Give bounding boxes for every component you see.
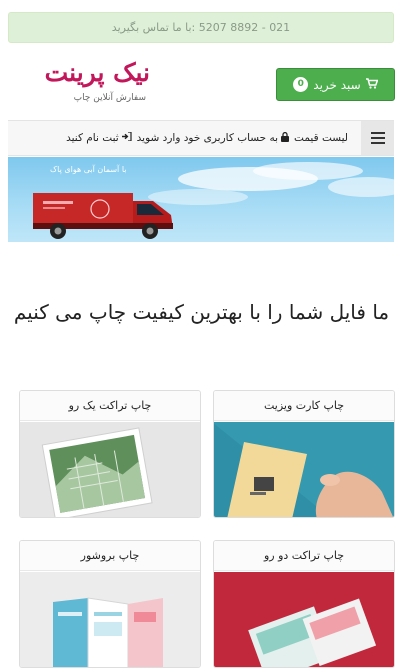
menu-toggle-button[interactable]: [361, 121, 394, 155]
logo-tagline: سفارش آنلاین چاپ: [73, 93, 146, 103]
product-card-title: چاپ کارت ویزیت: [214, 391, 394, 421]
nav-bar: لیست قیمت به حساب کاربری خود وارد شوید ث…: [8, 120, 394, 156]
nav-link-login-label: به حساب کاربری خود وارد شوید: [136, 132, 279, 144]
one-sided-flyer-image: [20, 422, 200, 517]
cart-button[interactable]: سبد خرید 0: [276, 68, 395, 101]
hero-banner[interactable]: با آسمان آبی هوای پاک: [8, 157, 394, 242]
lock-icon: [281, 131, 290, 145]
product-card-one-sided-flyer[interactable]: چاپ تراکت یک رو: [19, 390, 201, 518]
sign-in-icon: [121, 131, 132, 144]
product-card-business-card[interactable]: چاپ کارت ویزیت: [213, 390, 395, 518]
hamburger-icon: [370, 129, 385, 148]
two-sided-flyer-image: [214, 572, 394, 667]
product-card-title: چاپ تراکت یک رو: [20, 391, 200, 421]
product-card-title: چاپ بروشور: [20, 541, 200, 571]
nav-links: لیست قیمت به حساب کاربری خود وارد شوید ث…: [66, 121, 348, 155]
hero-caption: با آسمان آبی هوای پاک: [50, 165, 127, 174]
cart-count-badge: 0: [293, 77, 309, 92]
page-headline: ما فایل شما را با بهترین کیفیت چاپ می کن…: [13, 300, 390, 324]
product-card-title: چاپ تراکت دو رو: [214, 541, 394, 571]
nav-link-price-list[interactable]: لیست قیمت: [294, 132, 348, 144]
logo-brand: نیک پرینت: [44, 58, 150, 87]
nav-link-register[interactable]: ثبت نام کنید: [66, 131, 132, 144]
product-card-two-sided-flyer[interactable]: چاپ تراکت دو رو: [213, 540, 395, 668]
brochure-image: [20, 572, 200, 667]
nav-link-login[interactable]: به حساب کاربری خود وارد شوید: [136, 131, 290, 145]
nav-link-register-label: ثبت نام کنید: [66, 132, 119, 144]
logo[interactable]: نیک پرینت سفارش آنلاین چاپ: [20, 58, 150, 108]
product-card-brochure[interactable]: چاپ بروشور: [19, 540, 201, 668]
business-card-image: [214, 422, 394, 517]
contact-bar: 021 - 8892 5207 :با ما تماس بگیرید: [8, 12, 394, 43]
cart-label: سبد خرید: [313, 77, 361, 92]
cart-icon: [365, 77, 379, 92]
